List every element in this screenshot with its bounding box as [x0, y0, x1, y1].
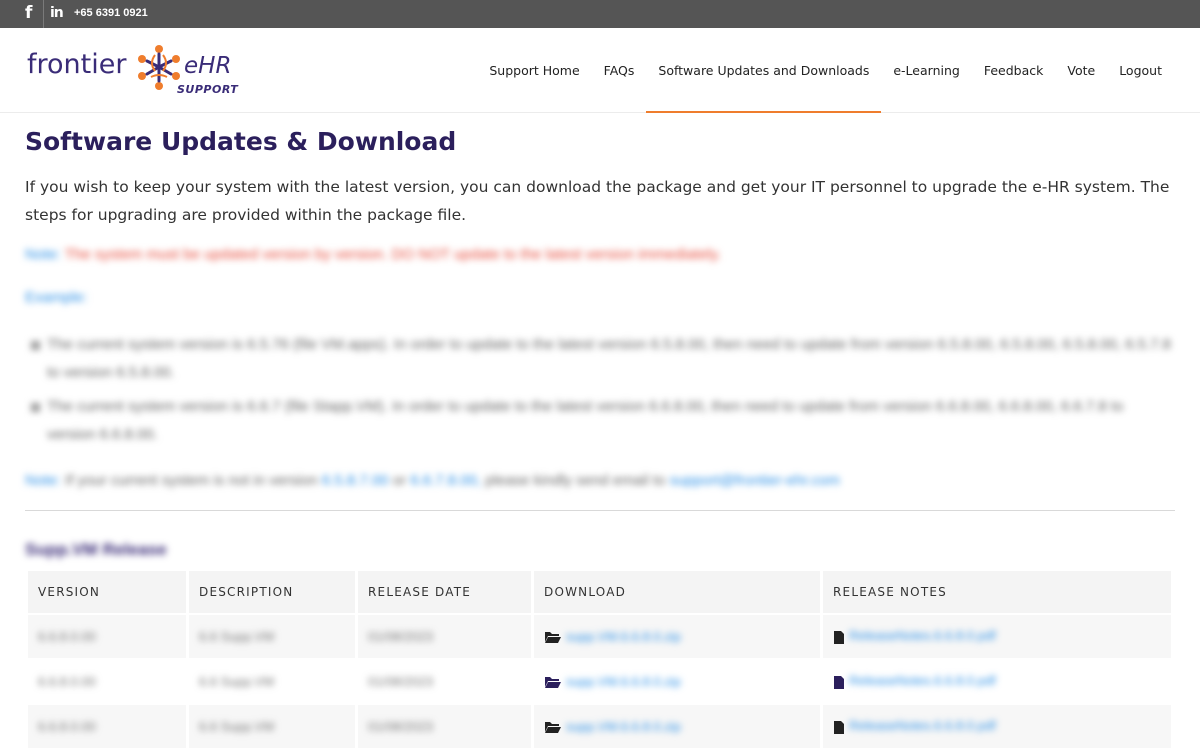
column-header-description: DESCRIPTION [189, 571, 355, 613]
version-cell: 6.6.8.0.00 [28, 615, 186, 658]
version-contact-note: Note: If your current system is not in v… [25, 472, 840, 489]
version-cell: 6.6.8.0.00 [28, 705, 186, 748]
example-list: The current system version is 6.5.76 (fi… [25, 331, 1175, 455]
note-text: If your current system is not in version [65, 472, 318, 489]
version-cell: 6.6.8.0.00 [28, 660, 186, 703]
description-value: 6.6 Supp.VM [199, 719, 275, 734]
nav-faqs[interactable]: FAQs [592, 28, 647, 113]
linkedin-icon-glyph: in [50, 5, 64, 21]
nav-software-updates[interactable]: Software Updates and Downloads [646, 28, 882, 113]
linkedin-icon[interactable]: in [48, 0, 68, 28]
download-cell: supp.VM.6.6.8.0.zip [534, 660, 820, 703]
version-value: 6.6.8.0.00 [38, 674, 96, 689]
support-email-link[interactable]: support@frontier-ehr.com [670, 472, 840, 489]
nav-e-learning[interactable]: e-Learning [881, 28, 971, 113]
document-icon [834, 720, 844, 734]
folder-icon [545, 722, 561, 734]
section-title: Supp.VM Release [25, 540, 167, 559]
logo-subtitle: SUPPORT [177, 83, 239, 96]
nav-support-home[interactable]: Support Home [477, 28, 591, 113]
phone-number[interactable]: +65 6391 0921 [74, 7, 148, 19]
list-item: The current system version is 6.5.76 (fi… [25, 331, 1175, 387]
document-icon [834, 675, 844, 689]
date-cell: 01/08/2023 [358, 615, 531, 658]
date-value: 01/08/2023 [368, 629, 434, 644]
column-header-release-notes: RELEASE NOTES [823, 571, 1171, 613]
table-header-row: VERSION DESCRIPTION RELEASE DATE DOWNLOA… [28, 571, 1171, 613]
downloads-table: VERSION DESCRIPTION RELEASE DATE DOWNLOA… [25, 569, 1174, 750]
table-row: 6.6.8.0.00 6.6 Supp.VM 01/08/2023 supp.V… [28, 660, 1171, 703]
date-value: 01/08/2023 [368, 674, 434, 689]
description-value: 6.6 Supp.VM [199, 629, 275, 644]
description-cell: 6.6 Supp.VM [189, 705, 355, 748]
version-link[interactable]: 6.6.7.8.00, [410, 472, 481, 489]
download-cell: supp.VM.6.6.8.0.zip [534, 615, 820, 658]
divider [25, 510, 1175, 511]
note-label: Note: [25, 472, 61, 489]
site-header: frontier eHR SUPPORT Support Home FAQs S… [0, 28, 1200, 113]
main-nav: Support Home FAQs Software Updates and D… [477, 28, 1174, 113]
description-cell: 6.6 Supp.VM [189, 615, 355, 658]
column-header-version: VERSION [28, 571, 186, 613]
date-value: 01/08/2023 [368, 719, 434, 734]
version-value: 6.6.8.0.00 [38, 719, 96, 734]
logo[interactable]: frontier eHR SUPPORT [27, 42, 247, 102]
version-value: 6.6.8.0.00 [38, 629, 96, 644]
notes-cell: ReleaseNotes.6.6.8.0.pdf [823, 660, 1171, 703]
column-header-download: DOWNLOAD [534, 571, 820, 613]
list-item: The current system version is 6.6.7 (fil… [25, 393, 1175, 449]
folder-icon [545, 632, 561, 644]
upgrade-warning-note: Note: The system must be updated version… [25, 246, 721, 263]
logo-word-frontier: frontier [27, 49, 127, 80]
nav-feedback[interactable]: Feedback [972, 28, 1056, 113]
download-cell: supp.VM.6.6.8.0.zip [534, 705, 820, 748]
facebook-icon[interactable]: f [18, 0, 44, 28]
note-text: or [392, 472, 407, 489]
document-icon [834, 630, 844, 644]
nav-vote[interactable]: Vote [1055, 28, 1107, 113]
date-cell: 01/08/2023 [358, 660, 531, 703]
download-link[interactable]: supp.VM.6.6.8.0.zip [566, 719, 681, 734]
notes-cell: ReleaseNotes.6.6.8.0.pdf [823, 615, 1171, 658]
download-link[interactable]: supp.VM.6.6.8.0.zip [566, 674, 681, 689]
intro-text: If you wish to keep your system with the… [25, 178, 1170, 224]
description-value: 6.6 Supp.VM [199, 674, 275, 689]
release-notes-link[interactable]: ReleaseNotes.6.6.8.0.pdf [849, 718, 996, 733]
folder-icon [545, 677, 561, 689]
version-link[interactable]: 6.5.8.7.00 [322, 472, 389, 489]
release-notes-link[interactable]: ReleaseNotes.6.6.8.0.pdf [849, 628, 996, 643]
table-row: 6.6.8.0.00 6.6 Supp.VM 01/08/2023 supp.V… [28, 615, 1171, 658]
download-link[interactable]: supp.VM.6.6.8.0.zip [566, 629, 681, 644]
notes-cell: ReleaseNotes.6.6.8.0.pdf [823, 705, 1171, 748]
logo-word-ehr: eHR [184, 53, 232, 79]
facebook-icon-glyph: f [25, 3, 33, 23]
logo-star-icon [138, 45, 180, 90]
note-label: Note: [25, 246, 61, 263]
note-text: please kindly send email to [485, 472, 666, 489]
example-label: Example: [25, 289, 88, 306]
top-bar: f in +65 6391 0921 [0, 0, 1200, 28]
column-header-release-date: RELEASE DATE [358, 571, 531, 613]
table-row: 6.6.8.0.00 6.6 Supp.VM 01/08/2023 supp.V… [28, 705, 1171, 748]
page-title: Software Updates & Download [25, 127, 457, 156]
release-notes-link[interactable]: ReleaseNotes.6.6.8.0.pdf [849, 673, 996, 688]
date-cell: 01/08/2023 [358, 705, 531, 748]
note-text: The system must be updated version by ve… [64, 246, 722, 263]
nav-logout[interactable]: Logout [1107, 28, 1174, 113]
description-cell: 6.6 Supp.VM [189, 660, 355, 703]
